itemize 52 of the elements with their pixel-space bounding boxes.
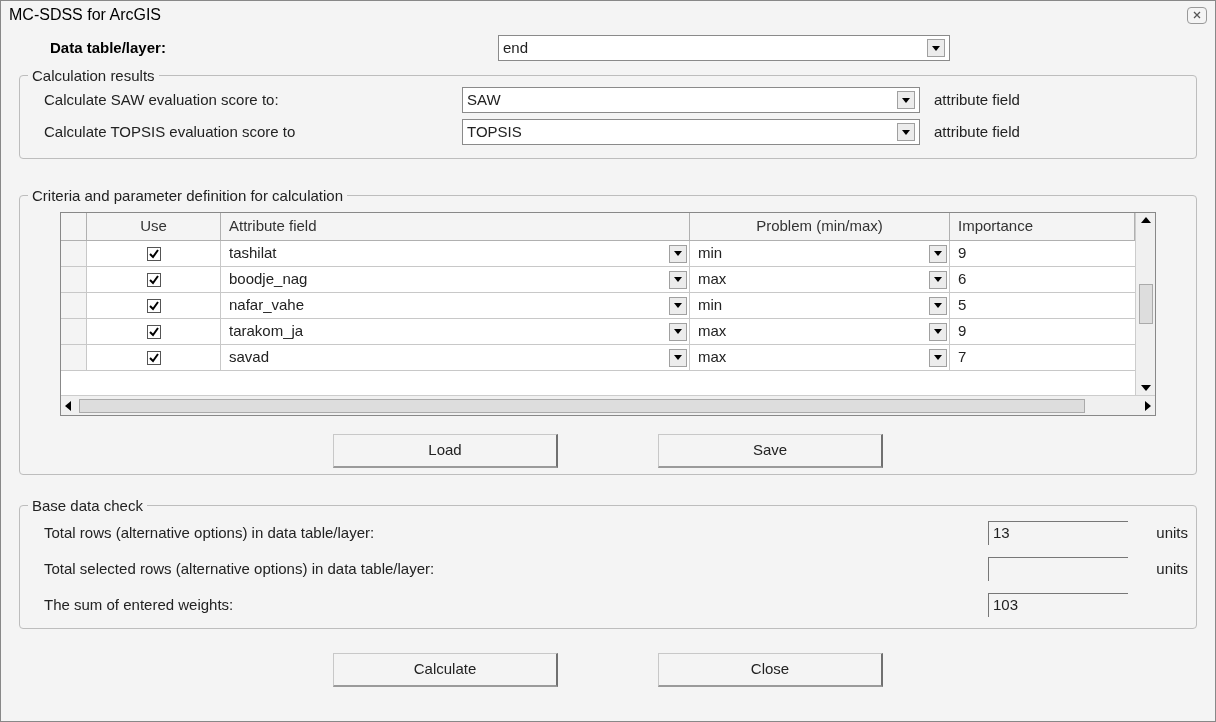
dropdown-field[interactable]: end [498, 35, 950, 61]
table-cell[interactable]: nafar_vahe [221, 293, 690, 318]
column-header: Attribute field [221, 213, 690, 240]
field-label: Calculate TOPSIS evaluation score to [44, 121, 297, 142]
scroll-right-icon[interactable] [1145, 400, 1151, 411]
dropdown-field[interactable]: TOPSIS [462, 119, 920, 145]
table-cell[interactable]: 9 [950, 319, 1135, 344]
scroll-thumb[interactable] [1138, 284, 1153, 324]
window-title: MC-SDSS for ArcGIS [9, 5, 162, 25]
column-header: Problem (min/max) [690, 213, 950, 240]
vertical-scrollbar[interactable] [1135, 213, 1155, 395]
action-button[interactable]: Load [333, 434, 558, 468]
scroll-up-icon[interactable] [1140, 217, 1151, 223]
field-label: Data table/layer: [50, 37, 167, 58]
action-button[interactable]: Calculate [333, 653, 558, 687]
table-cell[interactable]: boodje_nag [221, 267, 690, 292]
table-cell[interactable]: 5 [950, 293, 1135, 318]
table-cell[interactable]: tarakom_ja [221, 319, 690, 344]
field-label: The sum of entered weights: [44, 594, 235, 615]
table-cell[interactable]: tashilat [221, 241, 690, 266]
dropdown-field[interactable]: SAW [462, 87, 920, 113]
action-button[interactable]: Close [658, 653, 883, 687]
scroll-left-icon[interactable] [65, 400, 71, 411]
field-suffix: attribute field [934, 121, 1020, 142]
table-cell[interactable]: max [690, 345, 950, 370]
checkbox[interactable] [146, 298, 161, 313]
scroll-thumb[interactable] [79, 398, 1085, 413]
checkbox[interactable] [146, 324, 161, 339]
column-header: Use [87, 213, 221, 240]
scroll-down-icon[interactable] [1140, 385, 1151, 391]
checkbox[interactable] [146, 246, 161, 261]
unit-label: units [1156, 560, 1188, 577]
table-cell[interactable]: min [690, 293, 950, 318]
checkbox[interactable] [146, 350, 161, 365]
readonly-field[interactable]: 13 [988, 521, 1128, 545]
close-icon[interactable] [1187, 6, 1207, 24]
table-cell[interactable]: max [690, 267, 950, 292]
field-suffix: attribute field [934, 89, 1020, 110]
table-cell[interactable]: max [690, 319, 950, 344]
table-cell[interactable]: 9 [950, 241, 1135, 266]
readonly-field[interactable]: 103 [988, 593, 1128, 617]
field-label: Total rows (alternative options) in data table/layer: [44, 522, 376, 543]
table-cell[interactable]: min [690, 241, 950, 266]
field-label: Total selected rows (alternative options) in data table/layer: [44, 558, 436, 579]
table-cell[interactable]: 6 [950, 267, 1135, 292]
horizontal-scrollbar[interactable] [61, 395, 1155, 415]
table-cell[interactable]: savad [221, 345, 690, 370]
action-button[interactable]: Save [658, 434, 883, 468]
field-label: Calculate SAW evaluation score to: [44, 89, 280, 110]
unit-label: units [1156, 524, 1188, 541]
table-cell[interactable]: 7 [950, 345, 1135, 370]
checkbox[interactable] [146, 272, 161, 287]
